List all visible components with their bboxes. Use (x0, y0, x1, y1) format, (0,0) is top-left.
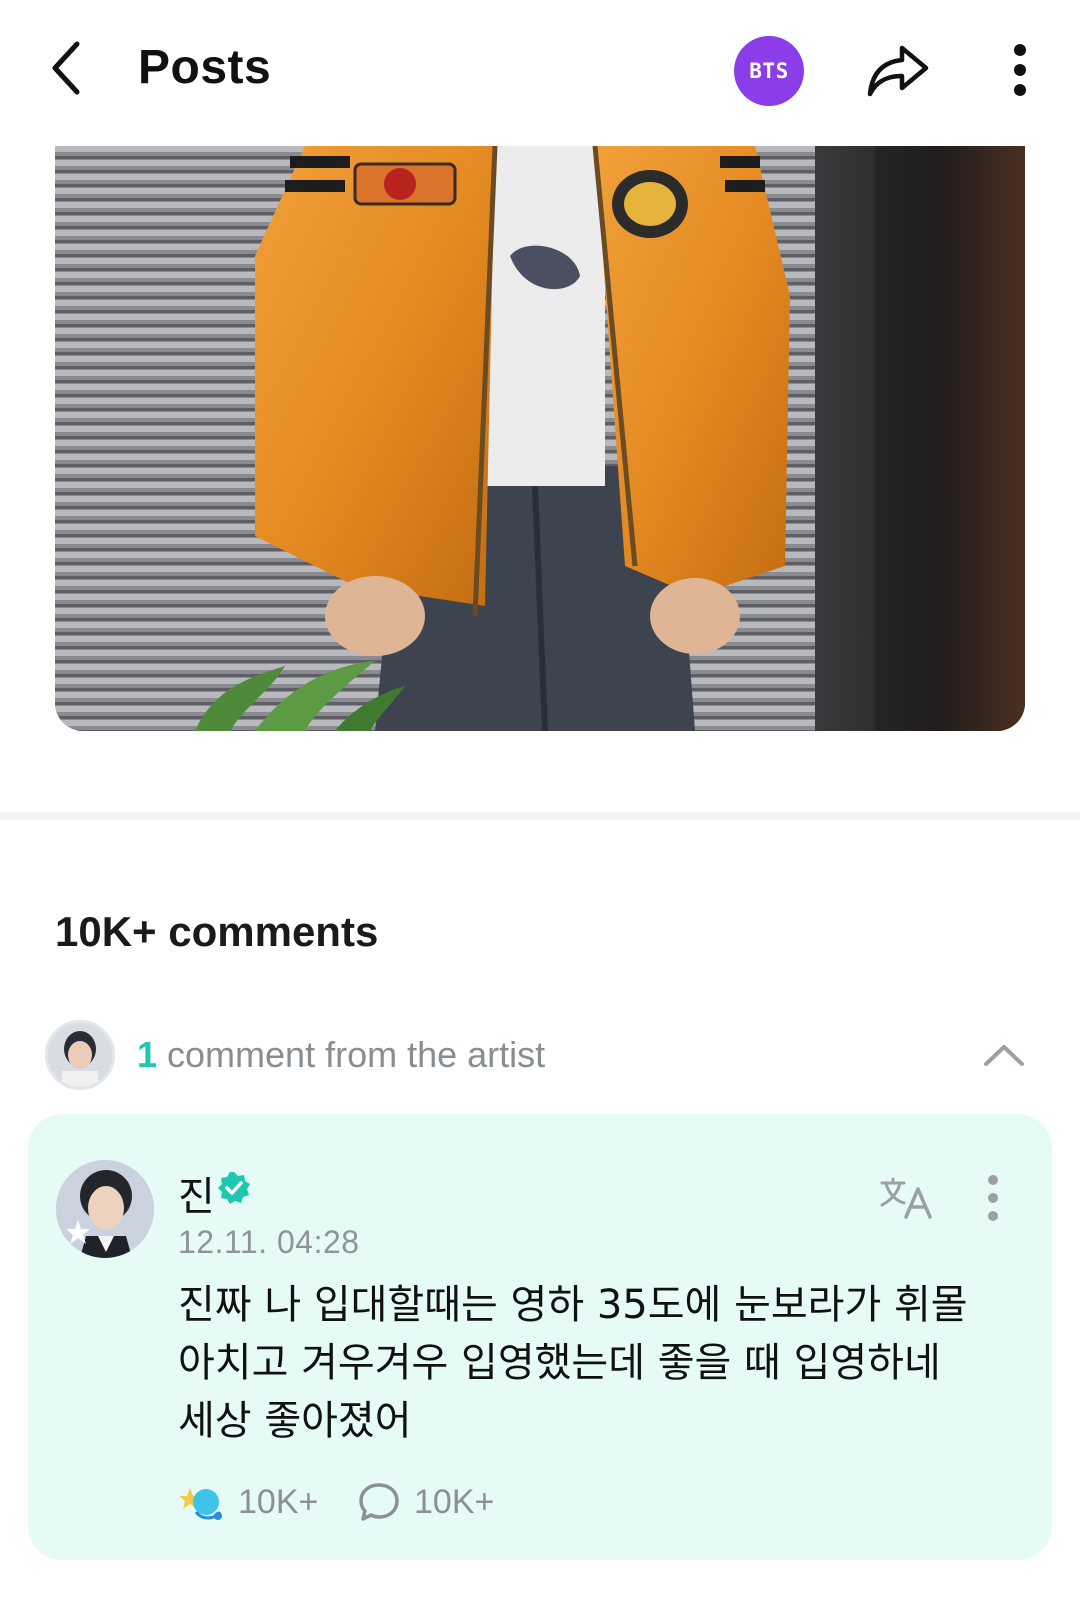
comment-count-heading: 10K+ comments (55, 908, 379, 955)
artist-comment-label: comment from the artist (167, 1034, 546, 1075)
more-vertical-icon (988, 1175, 998, 1221)
top-bar: Posts BTS (0, 0, 1080, 140)
star-badge-icon (66, 1220, 90, 1244)
artist-avatar-small (45, 1020, 115, 1090)
reaction-count: 10K+ (238, 1482, 319, 1521)
section-divider (0, 812, 1080, 820)
verified-badge-icon (218, 1172, 250, 1204)
comment-actions: 10K+ 10K+ (178, 1474, 778, 1530)
comment-line: 아치고 겨우겨우 입영했는데 좋을 때 입영하네 (178, 1340, 941, 1386)
translate-icon (880, 1177, 932, 1219)
back-button[interactable] (40, 36, 92, 100)
reply-button[interactable]: 10K+ (358, 1474, 494, 1530)
share-icon (867, 45, 929, 97)
page-title: Posts (138, 41, 272, 94)
artist-comments-toggle[interactable]: 1 comment from the artist (45, 1020, 1035, 1092)
author-name[interactable]: 진 (178, 1164, 215, 1222)
speech-bubble-icon (359, 1483, 399, 1521)
share-button[interactable] (862, 36, 934, 104)
chevron-up-icon (984, 1045, 1024, 1066)
collapse-button[interactable] (979, 1030, 1029, 1080)
post-photo[interactable] (55, 146, 1025, 731)
community-badge[interactable]: BTS (734, 36, 804, 106)
comment-text: 진짜 나 입대할때는 영하 35도에 눈보라가 휘몰 아치고 겨우겨우 입영했는… (178, 1276, 998, 1450)
artist-comment-summary: 1 comment from the artist (137, 1034, 545, 1076)
artist-comment-count: 1 (137, 1034, 158, 1075)
back-arrow-icon (52, 41, 80, 95)
comment-line: 진짜 나 입대할때는 영하 35도에 눈보라가 휘몰 (178, 1282, 968, 1328)
comment-more-button[interactable] (978, 1170, 1008, 1226)
comment-timestamp: 12.11. 04:28 (178, 1224, 360, 1260)
reaction-button[interactable]: 10K+ (178, 1474, 318, 1530)
more-options-button[interactable] (994, 36, 1046, 104)
comment-line: 세상 좋아졌어 (178, 1398, 412, 1444)
reply-count: 10K+ (414, 1482, 495, 1521)
post-photo-image (55, 146, 1025, 731)
translate-button[interactable] (876, 1172, 936, 1222)
artist-comment-card: 진 12.11. 04:28 진짜 나 입대할때는 영하 35도에 눈보라가 휘… (28, 1114, 1052, 1560)
reaction-icon (179, 1488, 222, 1520)
more-vertical-icon (1014, 44, 1026, 96)
